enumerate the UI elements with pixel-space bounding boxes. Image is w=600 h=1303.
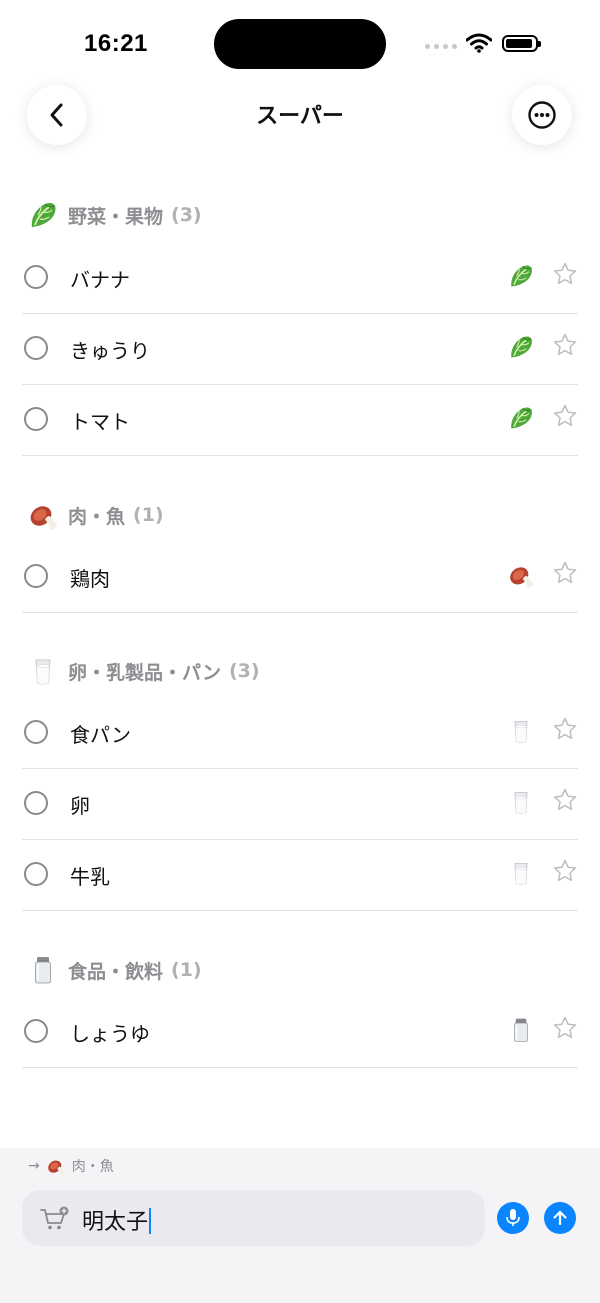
- section-count: (1): [171, 959, 202, 981]
- jar-icon: [506, 1015, 536, 1045]
- list-item[interactable]: 牛乳: [22, 841, 578, 911]
- add-item-composer: → 肉・魚 明太子: [0, 1148, 600, 1303]
- page-title: スーパー: [256, 104, 344, 129]
- item-label: しょうゆ: [70, 1022, 150, 1046]
- star-icon[interactable]: [552, 1015, 578, 1041]
- star-icon[interactable]: [552, 787, 578, 813]
- arrow-up-icon: [553, 1210, 567, 1226]
- item-checkbox[interactable]: [24, 862, 48, 886]
- item-label: バナナ: [70, 268, 130, 292]
- microphone-button[interactable]: [497, 1202, 529, 1234]
- meat-icon: [506, 560, 536, 590]
- more-button[interactable]: [512, 85, 572, 145]
- meat-icon: [46, 1156, 66, 1176]
- hint-category-label: 肉・魚: [71, 1159, 114, 1175]
- list-item[interactable]: きゅうり: [22, 315, 578, 385]
- item-checkbox[interactable]: [24, 720, 48, 744]
- list-item[interactable]: 卵: [22, 770, 578, 840]
- list-item[interactable]: バナナ: [22, 244, 578, 314]
- star-icon[interactable]: [552, 716, 578, 742]
- milk-glass-icon: [506, 858, 536, 888]
- cart-add-icon[interactable]: [40, 1206, 70, 1232]
- milk-glass-icon: [506, 787, 536, 817]
- ellipsis-circle-icon: [528, 101, 556, 129]
- section-header-meat-fish[interactable]: 肉・魚 (1): [26, 495, 164, 535]
- star-icon[interactable]: [552, 332, 578, 358]
- star-icon[interactable]: [552, 403, 578, 429]
- section-label: 野菜・果物: [68, 205, 164, 228]
- status-time: 16:21: [84, 30, 148, 57]
- item-checkbox[interactable]: [24, 791, 48, 815]
- battery-icon: [502, 35, 541, 52]
- list-item[interactable]: トマト: [22, 386, 578, 456]
- item-checkbox[interactable]: [24, 1019, 48, 1043]
- milk-glass-icon: [26, 654, 60, 688]
- meat-icon: [26, 498, 60, 532]
- section-header-dairy-bread[interactable]: 卵・乳製品・パン (3): [26, 651, 260, 691]
- section-count: (1): [133, 504, 164, 526]
- section-header-vegetables[interactable]: 野菜・果物 (3): [26, 195, 202, 235]
- add-item-input[interactable]: 明太子: [22, 1190, 485, 1246]
- section-label: 卵・乳製品・パン: [68, 661, 221, 684]
- lettuce-icon: [506, 332, 536, 362]
- list-item[interactable]: しょうゆ: [22, 998, 578, 1068]
- status-bar: 16:21: [0, 0, 600, 90]
- input-value[interactable]: 明太子: [82, 1204, 152, 1236]
- lettuce-icon: [506, 261, 536, 291]
- section-count: (3): [228, 660, 260, 682]
- item-label: きゅうり: [70, 339, 150, 363]
- item-label: トマト: [70, 410, 130, 434]
- list-item[interactable]: 鶏肉: [22, 543, 578, 613]
- star-icon[interactable]: [552, 858, 578, 884]
- star-icon[interactable]: [552, 261, 578, 287]
- section-count: (3): [171, 204, 202, 226]
- item-checkbox[interactable]: [24, 564, 48, 588]
- wifi-icon: [466, 33, 492, 53]
- section-label: 食品・飲料: [68, 960, 164, 983]
- dynamic-island: [214, 19, 386, 69]
- lettuce-icon: [506, 403, 536, 433]
- cellular-signal-icon: [425, 44, 457, 49]
- item-label: 食パン: [70, 723, 131, 747]
- item-label: 鶏肉: [70, 567, 110, 591]
- category-hint[interactable]: → 肉・魚: [28, 1156, 114, 1176]
- item-checkbox[interactable]: [24, 336, 48, 360]
- jar-icon: [26, 953, 60, 987]
- item-checkbox[interactable]: [24, 265, 48, 289]
- star-icon[interactable]: [552, 560, 578, 586]
- item-label: 卵: [70, 794, 90, 818]
- list-item[interactable]: 食パン: [22, 699, 578, 769]
- item-label: 牛乳: [70, 865, 110, 889]
- lettuce-icon: [26, 198, 60, 232]
- send-button[interactable]: [544, 1202, 576, 1234]
- arrow-right-icon: →: [28, 1158, 40, 1174]
- item-checkbox[interactable]: [24, 407, 48, 431]
- microphone-icon: [506, 1209, 520, 1226]
- milk-glass-icon: [506, 716, 536, 746]
- section-header-food-drinks[interactable]: 食品・飲料 (1): [26, 950, 202, 990]
- section-label: 肉・魚: [68, 505, 126, 528]
